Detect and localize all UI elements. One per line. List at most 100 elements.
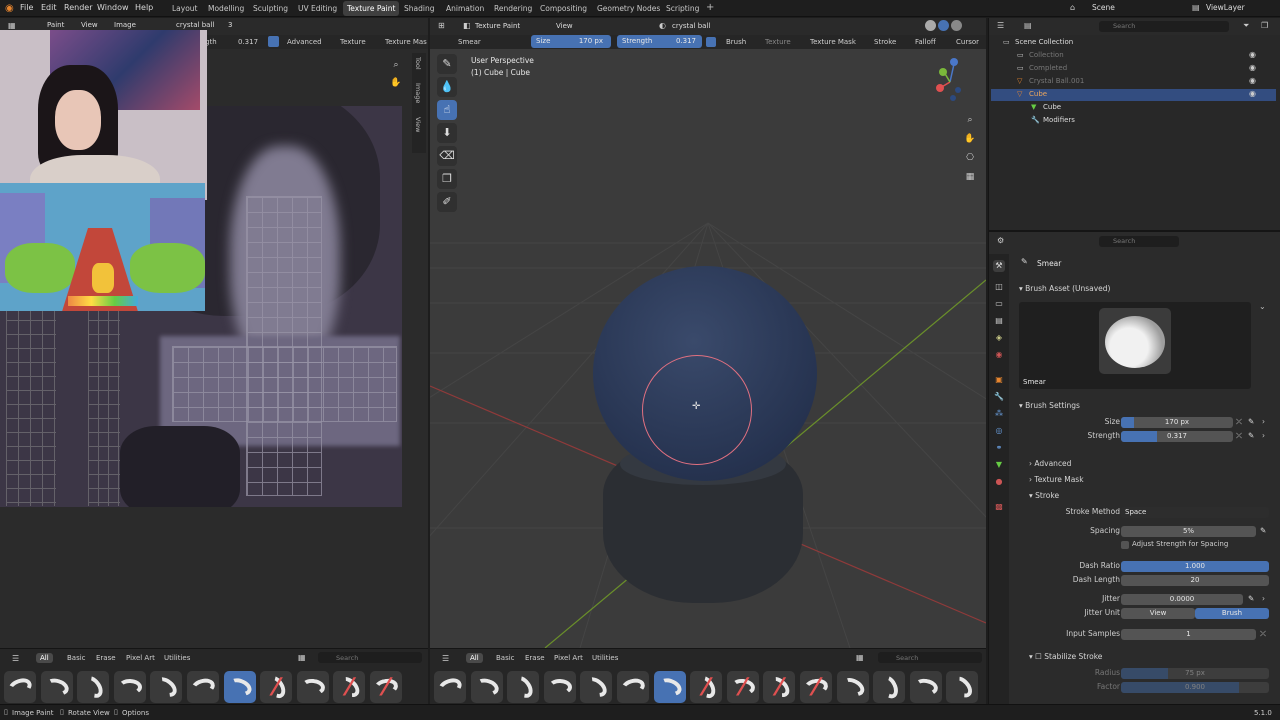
zoom-view-icon[interactable]: ⌕ xyxy=(963,113,977,127)
shelf-tab-utilities-3d[interactable]: Utilities xyxy=(592,654,618,662)
shelf-tab-erase-3d[interactable]: Erase xyxy=(525,654,545,662)
brush-thumbnail[interactable] xyxy=(543,671,576,703)
mask-tool-icon[interactable]: ❐ xyxy=(437,169,457,189)
dash-length-field[interactable]: 20 xyxy=(1121,575,1269,586)
texture-mask-section[interactable]: › Texture Mask xyxy=(1029,475,1084,484)
tab-scripting[interactable]: Scripting xyxy=(662,1,703,16)
visibility-eye-icon[interactable]: ◉ xyxy=(1249,50,1256,59)
grid-size-icon[interactable]: ▦ xyxy=(298,653,306,662)
brush-thumbnail[interactable] xyxy=(580,671,613,703)
advanced-menu[interactable]: Advanced xyxy=(287,38,322,46)
jitter-slider[interactable]: 0.0000 xyxy=(1121,594,1243,605)
brush-thumbnail[interactable] xyxy=(4,671,36,703)
texture-menu[interactable]: Texture xyxy=(340,38,366,46)
texture-tab-icon[interactable]: ▩ xyxy=(993,501,1005,513)
add-workspace-icon[interactable]: + xyxy=(706,2,714,13)
fill-tool-icon[interactable]: 💧 xyxy=(437,77,457,97)
brush-thumbnail[interactable] xyxy=(223,671,256,703)
display-mode-icon[interactable]: ▤ xyxy=(1024,21,1032,30)
editor-type-icon[interactable]: ▦ xyxy=(8,21,16,30)
visibility-eye-icon[interactable]: ◉ xyxy=(1249,76,1256,85)
navigation-gizmo[interactable] xyxy=(930,56,970,108)
factor-slider[interactable]: 0.900 xyxy=(1121,682,1269,693)
ortho-toggle-icon[interactable]: ▦ xyxy=(963,170,977,184)
tab-animation[interactable]: Animation xyxy=(442,1,488,16)
brush-thumbnail[interactable]: ⁄ xyxy=(260,671,293,703)
sidebar-tab-tool[interactable]: Tool xyxy=(414,57,422,70)
brush-preview[interactable]: Smear xyxy=(1019,302,1251,389)
jitter-unit-brush-button[interactable]: Brush xyxy=(1195,608,1269,619)
tab-uv-editing[interactable]: UV Editing xyxy=(294,1,341,16)
dash-ratio-slider[interactable]: 1.000 xyxy=(1121,561,1269,572)
draw-brush-icon[interactable]: ✎ xyxy=(437,54,457,74)
material-tab-icon[interactable]: ● xyxy=(993,476,1005,488)
shelf-tab-all-3d[interactable]: All xyxy=(466,653,483,663)
jitter-expand-icon[interactable]: › xyxy=(1262,594,1265,603)
jitter-pressure-icon[interactable]: ✎ xyxy=(1248,594,1254,603)
shelf-search-input-3d[interactable]: Search xyxy=(878,652,982,663)
texture-mask-menu[interactable]: Texture Mas xyxy=(385,38,427,46)
smear-tool-icon[interactable]: ☝ xyxy=(437,100,457,120)
brush-thumbnail[interactable] xyxy=(296,671,329,703)
size-lock-icon[interactable]: ✎ xyxy=(1248,417,1254,426)
menu-edit[interactable]: Edit xyxy=(41,3,57,12)
shelf-tab-pixel-art[interactable]: Pixel Art xyxy=(126,654,155,662)
properties-search-input[interactable]: Search xyxy=(1099,236,1179,247)
shading-rendered-icon[interactable] xyxy=(951,20,962,31)
shelf-tab-all[interactable]: All xyxy=(36,653,53,663)
strength-lock-icon[interactable]: ✎ xyxy=(1248,431,1254,440)
texture-mask-menu-3d[interactable]: Texture Mask xyxy=(810,38,856,46)
tab-modelling[interactable]: Modelling xyxy=(204,1,248,16)
render-tab-icon[interactable]: ◫ xyxy=(993,281,1005,293)
annotate-tool-icon[interactable]: ✐ xyxy=(437,192,457,212)
spacing-slider[interactable]: 5% xyxy=(1121,526,1256,537)
zoom-icon[interactable]: ⌕ xyxy=(389,58,403,72)
camera-view-icon[interactable]: ⎔ xyxy=(963,151,977,165)
grid-size-icon-3d[interactable]: ▦ xyxy=(856,653,864,662)
image-name-field[interactable]: crystal ball xyxy=(176,21,214,29)
brush-thumbnail[interactable] xyxy=(470,671,503,703)
view-menu-3d[interactable]: View xyxy=(556,22,573,30)
image-mode-dropdown[interactable]: Paint xyxy=(47,21,64,29)
viewport-3d[interactable]: ✛ ⊞ ◧ Texture Paint View ◐ crystal ball … xyxy=(430,18,986,648)
shelf-menu-icon-3d[interactable]: ☰ xyxy=(442,654,449,663)
shelf-search-input[interactable]: Search xyxy=(318,652,422,663)
size-expand-icon[interactable]: › xyxy=(1262,417,1265,426)
brush-settings-section[interactable]: ▾ Brush Settings xyxy=(1019,401,1080,410)
shelf-tab-erase[interactable]: Erase xyxy=(96,654,116,662)
tab-sculpting[interactable]: Sculpting xyxy=(249,1,292,16)
brush-thumbnail[interactable]: ⁄ xyxy=(763,671,796,703)
strength-pressure-toggle-icon[interactable]: ⤫ xyxy=(1236,431,1242,441)
constraints-tab-icon[interactable]: ⚭ xyxy=(993,442,1005,454)
view-layer-tab-icon[interactable]: ▤ xyxy=(993,315,1005,327)
brush-thumbnail[interactable] xyxy=(507,671,540,703)
modifier-tab-icon[interactable]: 🔧 xyxy=(993,391,1005,403)
brush-asset-section[interactable]: ▾ Brush Asset (Unsaved) xyxy=(1019,284,1110,293)
object-tab-icon[interactable]: ▣ xyxy=(993,374,1005,386)
mode-dropdown[interactable]: Texture Paint xyxy=(475,22,520,30)
output-tab-icon[interactable]: ▭ xyxy=(993,298,1005,310)
visibility-eye-icon[interactable]: ◉ xyxy=(1249,63,1256,72)
stabilize-stroke-section[interactable]: ▾ ☐ Stabilize Stroke xyxy=(1029,652,1102,661)
strength-expand-icon[interactable]: › xyxy=(1262,431,1265,440)
pan-hand-icon[interactable]: ✋ xyxy=(389,76,403,90)
brush-thumbnail[interactable]: ⁄ xyxy=(726,671,759,703)
outliner-row[interactable]: ▭ Collection ◉ xyxy=(991,50,1276,62)
brush-thumbnail[interactable] xyxy=(434,671,466,703)
brush-thumbnail[interactable] xyxy=(909,671,942,703)
tab-compositing[interactable]: Compositing xyxy=(536,1,591,16)
clone-tool-icon[interactable]: ⬇ xyxy=(437,123,457,143)
pressure-icon[interactable] xyxy=(268,36,279,47)
tool-tab-icon[interactable]: ⚒ xyxy=(993,260,1005,272)
outliner-search-input[interactable]: Search xyxy=(1099,21,1229,32)
tab-texture-paint[interactable]: Texture Paint xyxy=(343,1,400,16)
texture-menu-3d[interactable]: Texture xyxy=(765,38,791,46)
brush-thumbnail[interactable] xyxy=(77,671,110,703)
menu-help[interactable]: Help xyxy=(135,3,153,12)
stroke-method-dropdown[interactable]: Space xyxy=(1121,507,1269,518)
strength-pressure-icon[interactable] xyxy=(706,37,716,47)
sidebar-tab-image[interactable]: Image xyxy=(414,83,422,103)
tab-rendering[interactable]: Rendering xyxy=(490,1,536,16)
brush-thumbnail[interactable] xyxy=(113,671,146,703)
radius-slider[interactable]: 75 px xyxy=(1121,668,1269,679)
